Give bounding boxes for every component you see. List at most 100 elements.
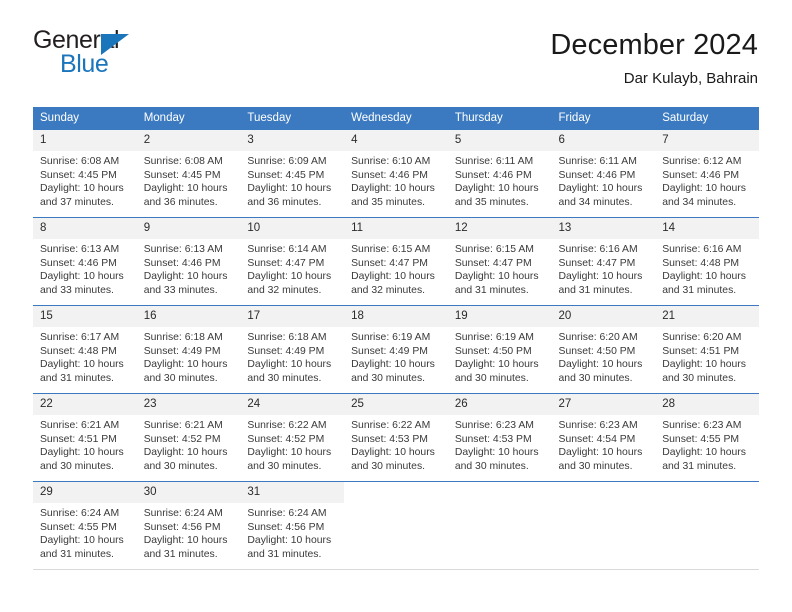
- day-cell[interactable]: 8 Sunrise: 6:13 AM Sunset: 4:46 PM Daylight…: [33, 217, 137, 306]
- sunrise-text: Sunrise: 6:21 AM: [143, 420, 223, 431]
- sunrise-text: Sunrise: 6:19 AM: [351, 332, 431, 343]
- day-number: 1: [33, 130, 137, 151]
- sunrise-text: Sunrise: 6:24 AM: [143, 508, 223, 519]
- day-number: 27: [551, 394, 656, 415]
- day-number: 8: [33, 218, 137, 239]
- daylight-text: Daylight: 10 hours and 31 minutes.: [558, 271, 643, 296]
- day-number: 15: [33, 306, 137, 327]
- day-cell[interactable]: 17 Sunrise: 6:18 AM Sunset: 4:49 PM Dayligh…: [240, 305, 345, 394]
- day-cell[interactable]: 14 Sunrise: 6:16 AM Sunset: 4:48 PM Dayligh…: [655, 217, 759, 306]
- day-details: Sunrise: 6:18 AM Sunset: 4:49 PM Daylight:…: [137, 327, 241, 385]
- day-details: Sunrise: 6:20 AM Sunset: 4:51 PM Daylight:…: [655, 327, 759, 385]
- day-cell[interactable]: 29 Sunrise: 6:24 AM Sunset: 4:55 PM Dayligh…: [33, 481, 137, 570]
- day-details: Sunrise: 6:17 AM Sunset: 4:48 PM Daylight:…: [33, 327, 137, 385]
- day-number: 9: [136, 218, 241, 239]
- daylight-text: Daylight: 10 hours and 32 minutes.: [351, 271, 435, 296]
- sunrise-text: Sunrise: 6:17 AM: [40, 332, 120, 343]
- day-cell[interactable]: 24 Sunrise: 6:22 AM Sunset: 4:52 PM Dayligh…: [240, 393, 345, 482]
- sunset-text: Sunset: 4:48 PM: [662, 257, 740, 269]
- week-row: 15 Sunrise: 6:17 AM Sunset: 4:48 PM Dayligh…: [33, 305, 759, 394]
- day-number: 28: [655, 394, 759, 415]
- calendar-grid: Sunday Monday Tuesday Wednesday Thursday…: [33, 107, 759, 570]
- day-cell[interactable]: 9 Sunrise: 6:13 AM Sunset: 4:46 PM Daylight…: [136, 217, 241, 306]
- sunrise-text: Sunrise: 6:14 AM: [247, 244, 327, 255]
- day-cell[interactable]: 16 Sunrise: 6:18 AM Sunset: 4:49 PM Dayligh…: [136, 305, 241, 394]
- daylight-text: Daylight: 10 hours and 30 minutes.: [351, 359, 435, 384]
- day-cell[interactable]: 7 Sunrise: 6:12 AM Sunset: 4:46 PM Daylight…: [655, 129, 759, 218]
- sunrise-text: Sunrise: 6:12 AM: [662, 156, 742, 167]
- day-cell-empty: [655, 481, 759, 570]
- daylight-text: Daylight: 10 hours and 31 minutes.: [454, 271, 539, 296]
- day-number: 14: [655, 218, 759, 239]
- day-details: Sunrise: 6:20 AM Sunset: 4:50 PM Daylight:…: [552, 327, 656, 385]
- day-cell[interactable]: 1 Sunrise: 6:08 AM Sunset: 4:45 PM Daylight…: [33, 129, 137, 218]
- sunset-text: Sunset: 4:46 PM: [662, 169, 740, 181]
- weekday-header-saturday: Saturday: [655, 107, 759, 130]
- day-cell[interactable]: 4 Sunrise: 6:10 AM Sunset: 4:46 PM Daylight…: [344, 129, 448, 218]
- sunrise-text: Sunrise: 6:08 AM: [40, 156, 120, 167]
- day-number: 31: [240, 482, 345, 503]
- day-details: Sunrise: 6:18 AM Sunset: 4:49 PM Daylight:…: [240, 327, 344, 385]
- sunset-text: Sunset: 4:45 PM: [143, 169, 221, 181]
- day-cell[interactable]: 22 Sunrise: 6:21 AM Sunset: 4:51 PM Dayligh…: [33, 393, 137, 482]
- day-cell[interactable]: 25 Sunrise: 6:22 AM Sunset: 4:53 PM Dayligh…: [344, 393, 448, 482]
- day-number: [448, 482, 552, 503]
- weekday-header-sunday: Sunday: [33, 107, 137, 130]
- day-cell[interactable]: 10 Sunrise: 6:14 AM Sunset: 4:47 PM Dayligh…: [240, 217, 345, 306]
- day-number: 4: [344, 130, 448, 151]
- sunrise-text: Sunrise: 6:11 AM: [558, 156, 637, 167]
- day-details: Sunrise: 6:23 AM Sunset: 4:53 PM Daylight:…: [448, 415, 552, 473]
- day-cell[interactable]: 26 Sunrise: 6:23 AM Sunset: 4:53 PM Dayligh…: [447, 393, 552, 482]
- day-details: Sunrise: 6:11 AM Sunset: 4:46 PM Daylight:…: [552, 151, 656, 209]
- title-block: December 2024 Dar Kulayb, Bahrain: [550, 26, 758, 90]
- logo-text-blue: Blue: [60, 50, 109, 78]
- day-cell[interactable]: 15 Sunrise: 6:17 AM Sunset: 4:48 PM Dayligh…: [33, 305, 137, 394]
- day-cell[interactable]: 30 Sunrise: 6:24 AM Sunset: 4:56 PM Dayligh…: [136, 481, 241, 570]
- daylight-text: Daylight: 10 hours and 31 minutes.: [40, 535, 124, 560]
- day-number: [552, 482, 656, 503]
- day-number: 24: [240, 394, 345, 415]
- day-details: Sunrise: 6:13 AM Sunset: 4:46 PM Daylight:…: [33, 239, 137, 297]
- day-cell[interactable]: 18 Sunrise: 6:19 AM Sunset: 4:49 PM Dayligh…: [344, 305, 448, 394]
- day-details: Sunrise: 6:11 AM Sunset: 4:46 PM Daylight:…: [448, 151, 552, 209]
- day-number: 20: [551, 306, 656, 327]
- sunset-text: Sunset: 4:46 PM: [454, 169, 532, 181]
- day-cell[interactable]: 19 Sunrise: 6:19 AM Sunset: 4:50 PM Dayligh…: [447, 305, 552, 394]
- sunset-text: Sunset: 4:49 PM: [247, 345, 325, 357]
- daylight-text: Daylight: 10 hours and 37 minutes.: [40, 183, 124, 208]
- sunset-text: Sunset: 4:45 PM: [247, 169, 325, 181]
- daylight-text: Daylight: 10 hours and 35 minutes.: [454, 183, 539, 208]
- day-cell[interactable]: 13 Sunrise: 6:16 AM Sunset: 4:47 PM Dayligh…: [551, 217, 656, 306]
- sunrise-text: Sunrise: 6:18 AM: [143, 332, 223, 343]
- day-cell[interactable]: 31 Sunrise: 6:24 AM Sunset: 4:56 PM Dayligh…: [240, 481, 345, 570]
- day-details: Sunrise: 6:19 AM Sunset: 4:50 PM Daylight:…: [448, 327, 552, 385]
- day-cell[interactable]: 11 Sunrise: 6:15 AM Sunset: 4:47 PM Dayligh…: [344, 217, 448, 306]
- day-cell[interactable]: 3 Sunrise: 6:09 AM Sunset: 4:45 PM Daylight…: [240, 129, 345, 218]
- day-cell-empty: [551, 481, 656, 570]
- sunrise-text: Sunrise: 6:23 AM: [454, 420, 534, 431]
- day-number: 12: [447, 218, 552, 239]
- day-cell[interactable]: 5 Sunrise: 6:11 AM Sunset: 4:46 PM Daylight…: [447, 129, 552, 218]
- sunrise-text: Sunrise: 6:10 AM: [351, 156, 431, 167]
- sunrise-text: Sunrise: 6:16 AM: [662, 244, 742, 255]
- day-details: Sunrise: 6:23 AM Sunset: 4:54 PM Daylight:…: [552, 415, 656, 473]
- day-cell[interactable]: 23 Sunrise: 6:21 AM Sunset: 4:52 PM Dayligh…: [136, 393, 241, 482]
- sunrise-text: Sunrise: 6:22 AM: [247, 420, 327, 431]
- day-number: 16: [136, 306, 241, 327]
- day-cell[interactable]: 12 Sunrise: 6:15 AM Sunset: 4:47 PM Dayligh…: [447, 217, 552, 306]
- day-cell[interactable]: 28 Sunrise: 6:23 AM Sunset: 4:55 PM Dayligh…: [655, 393, 759, 482]
- day-cell[interactable]: 20 Sunrise: 6:20 AM Sunset: 4:50 PM Dayligh…: [551, 305, 656, 394]
- sunset-text: Sunset: 4:47 PM: [558, 257, 636, 269]
- general-blue-logo[interactable]: General Blue: [33, 26, 153, 78]
- weekday-header-thursday: Thursday: [447, 107, 552, 130]
- day-details: Sunrise: 6:12 AM Sunset: 4:46 PM Daylight:…: [655, 151, 759, 209]
- day-cell[interactable]: 21 Sunrise: 6:20 AM Sunset: 4:51 PM Dayligh…: [655, 305, 759, 394]
- sunset-text: Sunset: 4:47 PM: [351, 257, 428, 269]
- daylight-text: Daylight: 10 hours and 30 minutes.: [143, 359, 228, 384]
- day-cell[interactable]: 2 Sunrise: 6:08 AM Sunset: 4:45 PM Daylight…: [136, 129, 241, 218]
- sunrise-text: Sunrise: 6:18 AM: [247, 332, 327, 343]
- sunset-text: Sunset: 4:54 PM: [558, 433, 636, 445]
- day-cell[interactable]: 27 Sunrise: 6:23 AM Sunset: 4:54 PM Dayligh…: [551, 393, 656, 482]
- day-cell[interactable]: 6 Sunrise: 6:11 AM Sunset: 4:46 PM Daylight…: [551, 129, 656, 218]
- day-details: Sunrise: 6:19 AM Sunset: 4:49 PM Daylight:…: [344, 327, 448, 385]
